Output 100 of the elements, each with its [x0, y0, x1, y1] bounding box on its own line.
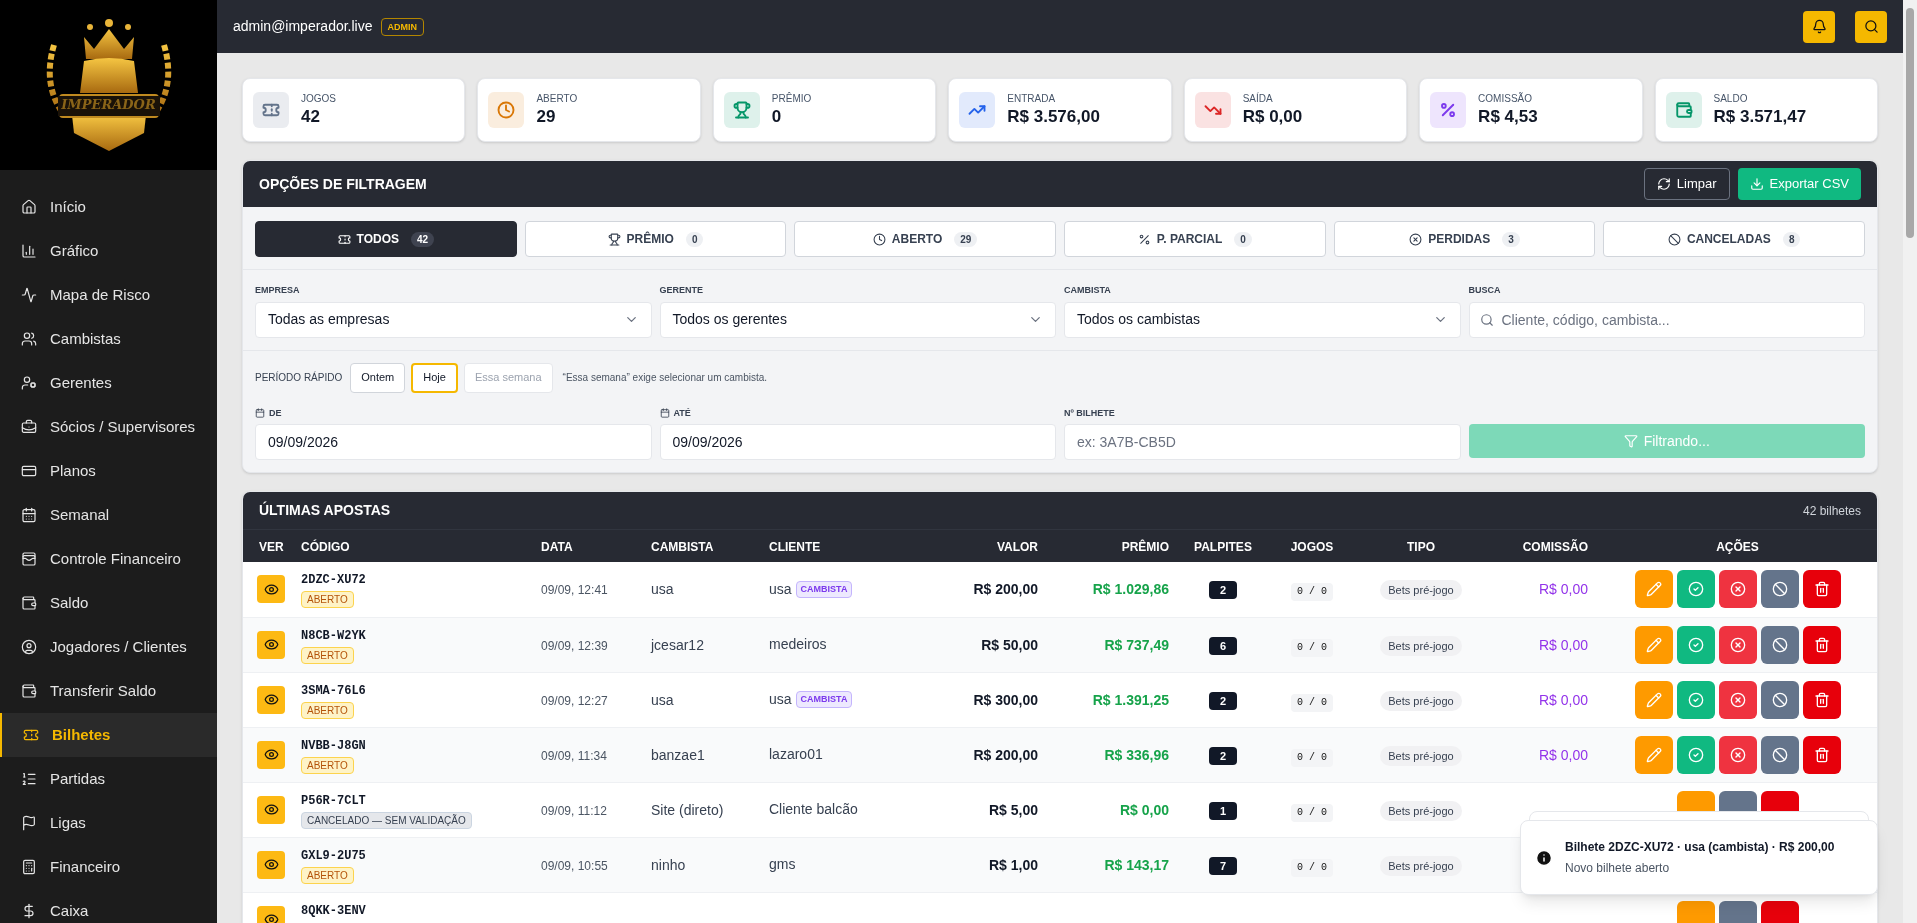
nav-item[interactable]: Saldo [0, 581, 217, 625]
games-count: 0 / 0 [1291, 803, 1333, 822]
search-field[interactable]: Cliente, código, cambista... [1468, 301, 1865, 338]
nav-item[interactable]: Planos [0, 449, 217, 493]
scrollbar-thumb[interactable] [1906, 8, 1914, 238]
approve-button[interactable] [1676, 735, 1715, 774]
select-field[interactable]: Todos os cambistas [1064, 301, 1461, 338]
filter-tab[interactable]: P. PARCIAL 0 [1064, 221, 1326, 257]
nav-item[interactable]: Ligas [0, 801, 217, 845]
view-button[interactable] [257, 795, 285, 824]
column-header: CAMBISTA [651, 540, 714, 554]
view-button[interactable] [257, 850, 285, 879]
nav-item[interactable]: Controle Financeiro [0, 537, 217, 581]
nav-item[interactable]: Partidas [0, 757, 217, 801]
notifications-button[interactable] [1803, 10, 1835, 43]
column-header: JOGOS [1290, 540, 1334, 554]
cancel-button[interactable] [1760, 625, 1799, 664]
view-button[interactable] [257, 630, 285, 659]
view-button[interactable] [257, 685, 285, 714]
eye-icon [263, 692, 279, 707]
ticket-count: 42 bilhetes [1802, 502, 1861, 520]
trash-icon [1813, 581, 1830, 598]
filter-tab[interactable]: PERDIDAS 3 [1333, 221, 1596, 257]
stat-label: PRÊMIO [771, 92, 812, 106]
type-pill: Bets pré-jogo [1380, 635, 1462, 656]
nav-item[interactable]: Caixa [0, 889, 217, 923]
view-button[interactable] [257, 740, 285, 769]
type-pill: Bets pré-jogo [1380, 800, 1462, 821]
approve-button[interactable] [1676, 680, 1715, 719]
filter-tab[interactable]: PRÊMIO 0 [524, 221, 787, 257]
approve-button[interactable] [1676, 625, 1715, 664]
stat-value: R$ 0,00 [1242, 106, 1303, 128]
games-count: 0 / 0 [1291, 858, 1333, 877]
delete-button[interactable] [1802, 570, 1841, 609]
date-field[interactable]: 09/09/2026 [255, 424, 652, 460]
wallet-icon [21, 595, 37, 611]
flag-icon [21, 815, 37, 831]
ticket-field[interactable]: ex: 3A7B-CB5D [1064, 424, 1461, 460]
x-circle-icon [1729, 691, 1746, 708]
ticket-code: N8CB-W2YK [301, 627, 366, 645]
approve-button[interactable] [1676, 570, 1715, 609]
nav-item[interactable]: Mapa de Risco [0, 273, 217, 317]
column-header: PALPITES [1194, 540, 1252, 554]
nav-item[interactable]: Gráfico [0, 229, 217, 273]
nav-item[interactable]: Cambistas [0, 317, 217, 361]
delete-button[interactable] [1802, 680, 1841, 719]
download-icon [1749, 177, 1764, 191]
date-field[interactable]: 09/09/2026 [659, 424, 1056, 460]
ban-icon [1771, 691, 1788, 708]
pencil-icon [1645, 636, 1662, 653]
period-button[interactable]: Hoje [411, 362, 458, 393]
cancel-button[interactable] [1760, 680, 1799, 719]
refresh-icon [1656, 177, 1671, 191]
pulse-icon [21, 287, 37, 303]
select-field[interactable]: Todos os gerentes [659, 301, 1056, 338]
ticket-code: GXL9-2U75 [301, 847, 366, 865]
filter-tab[interactable]: ABERTO 29 [794, 221, 1056, 257]
column-header: COMISSÃO [1522, 540, 1588, 554]
user-gear-icon [21, 375, 37, 391]
nav-item[interactable]: Transferir Saldo [0, 669, 217, 713]
cambista-name: Site (direto) [651, 801, 724, 818]
cancel-button[interactable] [1760, 570, 1799, 609]
ticket-icon [23, 727, 39, 743]
reject-button[interactable] [1718, 680, 1757, 719]
funnel-icon [1623, 434, 1638, 448]
reject-button[interactable] [1718, 735, 1757, 774]
filter-tab[interactable]: TODOS 42 [255, 221, 517, 257]
period-button[interactable]: Ontem [350, 362, 406, 393]
reject-button[interactable] [1718, 570, 1757, 609]
ticket-code: P56R-7CLT [301, 792, 366, 810]
column-header: VER [259, 540, 284, 554]
nav-item[interactable]: Jogadores / Clientes [0, 625, 217, 669]
reject-button[interactable] [1718, 625, 1757, 664]
picks-badge: 7 [1209, 856, 1237, 875]
role-badge: ADMIN [380, 17, 424, 36]
delete-button[interactable] [1802, 735, 1841, 774]
filter-tab[interactable]: CANCELADAS 8 [1603, 221, 1865, 257]
check-circle-icon [1687, 636, 1704, 653]
eye-icon [263, 802, 279, 817]
status-badge: ABERTO [301, 866, 354, 884]
cambista-name: usa [651, 691, 674, 708]
delete-button[interactable] [1802, 625, 1841, 664]
cancel-button[interactable] [1760, 735, 1799, 774]
clear-button[interactable]: Limpar [1643, 168, 1730, 200]
nav-item[interactable]: Bilhetes [0, 713, 217, 757]
view-button[interactable] [257, 575, 285, 604]
prize-text: R$ 0,00 [1119, 801, 1169, 818]
nav-item[interactable]: Financeiro [0, 845, 217, 889]
nav-item[interactable]: Início [0, 185, 217, 229]
select-field[interactable]: Todas as empresas [255, 301, 652, 338]
value-text: R$ 5,00 [988, 801, 1038, 818]
x-circle-icon [1729, 746, 1746, 763]
pencil-icon [1645, 746, 1662, 763]
search-button[interactable] [1855, 10, 1887, 43]
nav-item[interactable]: Sócios / Supervisores [0, 405, 217, 449]
column-header: CLIENTE [769, 540, 821, 554]
type-pill: Bets pré-jogo [1380, 855, 1462, 876]
nav-item[interactable]: Gerentes [0, 361, 217, 405]
nav-item[interactable]: Semanal [0, 493, 217, 537]
picks-badge: 2 [1209, 746, 1237, 765]
